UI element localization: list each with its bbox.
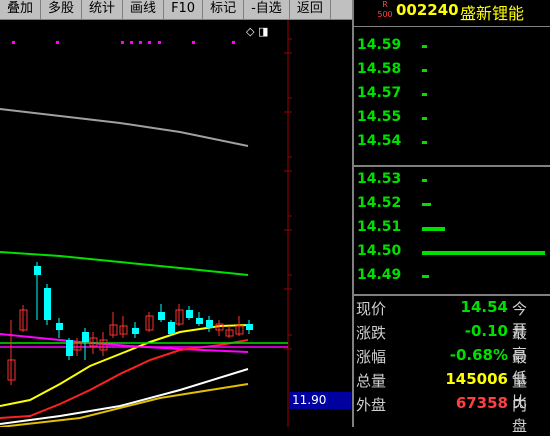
quote-value: 67358 [455, 394, 508, 412]
price-tick-label: 22.00 [306, 102, 352, 121]
order-book-price: 14.54 [357, 133, 402, 149]
quote-row-1: 涨跌 -0.10 最高 [356, 322, 527, 363]
marker-dot [232, 41, 235, 44]
candle-body [132, 328, 139, 334]
marker-dot [130, 41, 133, 44]
toolbar-button-2[interactable]: 统计 [82, 0, 124, 19]
candle-body [158, 312, 165, 320]
crosshair-price-label: 11.90 [289, 392, 351, 409]
candle-body [56, 323, 63, 330]
quote-row-0: 现价 14.54 今开 [356, 298, 527, 339]
order-book-volume-bar [422, 141, 427, 144]
toolbar-button-1[interactable]: 多股 [41, 0, 83, 19]
order-book-row-lower-0[interactable]: 14.53 [357, 171, 401, 191]
toolbar: 叠加 多股 统计 画线 F10 标记 -自选 返回 [0, 0, 352, 20]
r-badge: R 500 [375, 0, 395, 20]
quote-row-3: 总量 145006 量比 [356, 370, 527, 411]
order-book-price: 14.50 [357, 243, 402, 259]
order-book-price: 14.55 [357, 109, 402, 125]
quote-value: 145006 [445, 370, 508, 388]
order-book-volume-bar [422, 251, 545, 255]
price-tick-label: 14.00 [306, 339, 352, 358]
badge-num: 500 [377, 10, 393, 19]
candle-body [34, 266, 41, 275]
order-book-price: 14.58 [357, 61, 402, 77]
stock-code[interactable]: 002240 [396, 1, 459, 19]
order-book-row-upper-1[interactable]: 14.58 [357, 61, 401, 81]
toolbar-button-3[interactable]: 画线 [123, 0, 165, 19]
candle-body [66, 340, 73, 356]
candle-body [44, 288, 51, 320]
kline-chart[interactable]: 24.00 22.00 20.00 18.00 16.00 14.00 [0, 20, 352, 427]
order-book-price: 14.51 [357, 219, 402, 235]
quote-label: 现价 [356, 300, 387, 318]
toolbar-button-4[interactable]: F10 [164, 0, 204, 19]
toolbar-button-0[interactable]: 叠加 [0, 0, 42, 19]
order-book-volume-bar [422, 117, 427, 120]
order-book-volume-bar [422, 203, 431, 206]
order-book-row-lower-1[interactable]: 14.52 [357, 195, 401, 215]
order-book-volume-bar [422, 179, 427, 182]
marker-dot [158, 41, 161, 44]
marker-dot [121, 41, 124, 44]
order-book-row-upper-2[interactable]: 14.57 [357, 85, 401, 105]
order-book-row-upper-3[interactable]: 14.55 [357, 109, 401, 129]
price-tick-label: 24.00 [306, 43, 352, 62]
ma-line-gray [0, 108, 249, 147]
quote-row-2: 涨幅 -0.68% 最低 [356, 346, 527, 387]
order-book-price: 14.52 [357, 195, 402, 211]
marker-dot [12, 41, 15, 44]
badge-r: R [382, 0, 388, 9]
quote-row-4: 外盘 67358 内盘 [356, 394, 527, 435]
order-book-row-lower-3[interactable]: 14.50 [357, 243, 401, 263]
toolbar-button-5[interactable]: 标记 [203, 0, 245, 19]
marker-dot [56, 41, 59, 44]
order-book-volume-bar [422, 275, 429, 278]
candle-body [82, 332, 89, 342]
quote-label-2: 内盘 [512, 396, 528, 435]
price-tick-label: 16.00 [306, 279, 352, 298]
candle-body [246, 324, 253, 330]
stock-name[interactable]: 盛新锂能 [460, 0, 524, 24]
candle-body [186, 310, 193, 318]
quote-value: -0.68% [449, 346, 508, 364]
order-book-volume-bar [422, 93, 427, 96]
marker-dot [139, 41, 142, 44]
quote-label: 外盘 [356, 396, 387, 414]
order-book-divider [354, 165, 550, 167]
candle-body [196, 318, 203, 324]
order-book-price: 14.57 [357, 85, 402, 101]
kline-chart-canvas: 24.00 22.00 20.00 18.00 16.00 14.00 [0, 20, 352, 427]
order-book-row-lower-2[interactable]: 14.51 [357, 219, 401, 239]
order-book-volume-bar [422, 45, 427, 48]
marker-dot [192, 41, 195, 44]
price-tick-label: 20.00 [306, 161, 352, 180]
quote-label: 涨幅 [356, 348, 387, 366]
order-book-row-lower-4[interactable]: 14.49 [357, 267, 401, 287]
candle-body [168, 322, 175, 334]
order-book-row-upper-0[interactable]: 14.59 [357, 37, 401, 57]
quote-label: 涨跌 [356, 324, 387, 342]
quote-label: 总量 [356, 372, 387, 390]
panel-divider [352, 0, 354, 427]
quote-value: -0.10 [464, 322, 508, 340]
order-book-volume-bar [422, 227, 445, 231]
marker-dot [148, 41, 151, 44]
quote-value: 14.54 [460, 298, 508, 316]
toolbar-button-7[interactable]: 返回 [290, 0, 331, 19]
order-book-price: 14.53 [357, 171, 402, 187]
order-book-volume-bar [422, 69, 427, 72]
order-book-price: 14.49 [357, 267, 402, 283]
toolbar-button-6[interactable]: -自选 [244, 0, 290, 19]
order-book-bottom-divider [354, 294, 550, 296]
order-book-price: 14.59 [357, 37, 402, 53]
chart-control-icons[interactable]: ◇ ◨ [246, 25, 268, 38]
price-tick-label: 18.00 [306, 220, 352, 239]
order-book-row-upper-4[interactable]: 14.54 [357, 133, 401, 153]
candle-body [206, 320, 213, 328]
